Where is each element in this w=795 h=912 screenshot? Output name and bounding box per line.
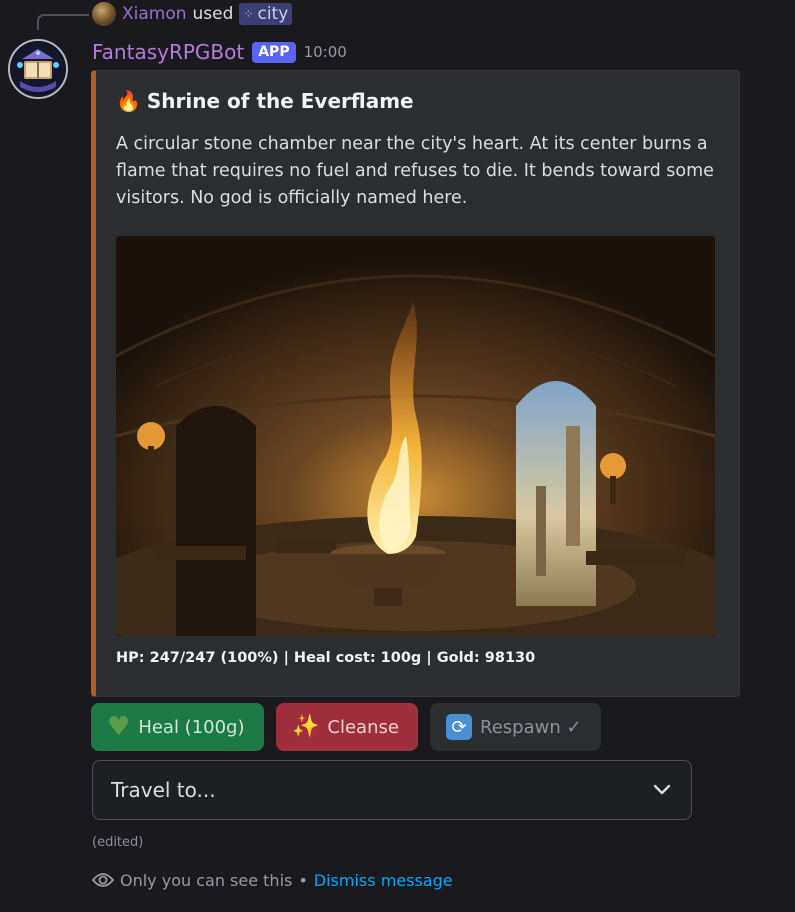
bot-avatar[interactable] xyxy=(8,39,68,99)
embed-footer: HP: 247/247 (100%) | Heal cost: 100g | G… xyxy=(116,650,536,666)
dismiss-message-link[interactable]: Dismiss message xyxy=(314,871,453,890)
respawn-button-label: Respawn ✓ xyxy=(480,716,582,738)
heal-button-label: Heal (100g) xyxy=(138,716,245,738)
embed-description: A circular stone chamber near the city's… xyxy=(116,134,714,208)
bot-username[interactable]: FantasyRPGBot xyxy=(92,40,244,64)
chevron-down-icon xyxy=(653,784,671,795)
slash-command-label: city xyxy=(257,4,289,24)
slash-command-icon: ⁘ xyxy=(243,7,254,21)
respawn-button[interactable]: ⟳ Respawn ✓ xyxy=(430,703,601,751)
heal-button[interactable]: ♥ Heal (100g) xyxy=(91,703,264,751)
travel-select[interactable]: Travel to... xyxy=(92,760,692,820)
app-badge: APP xyxy=(252,41,296,63)
ephemeral-notice: Only you can see this • Dismiss message xyxy=(92,869,453,891)
embed-image[interactable] xyxy=(116,236,715,636)
bot-avatar-book-icon xyxy=(10,41,66,97)
slash-command-tag[interactable]: ⁘ city xyxy=(239,3,293,25)
respawn-arrows-icon: ⟳ xyxy=(446,714,472,740)
ephemeral-text: Only you can see this xyxy=(120,870,293,890)
message-timestamp[interactable]: 10:00 xyxy=(304,43,347,61)
reply-connector-line xyxy=(37,14,89,30)
embed-title: 🔥 Shrine of the Everflame xyxy=(116,89,414,113)
eye-icon xyxy=(92,873,114,887)
embed-title-text: Shrine of the Everflame xyxy=(146,89,414,113)
green-heart-icon: ♥ xyxy=(107,712,131,742)
message-header: FantasyRPGBot APP 10:00 xyxy=(92,38,347,66)
cleanse-button[interactable]: ✨ Cleanse xyxy=(276,703,418,751)
reply-user-avatar[interactable] xyxy=(92,2,116,26)
reply-username[interactable]: Xiamon xyxy=(122,4,187,24)
fire-icon: 🔥 xyxy=(116,89,141,113)
action-button-row: ♥ Heal (100g) ✨ Cleanse ⟳ Respawn ✓ xyxy=(91,703,601,751)
embed-card: 🔥 Shrine of the Everflame A circular sto… xyxy=(91,70,740,697)
reply-context: Xiamon used ⁘ city xyxy=(92,2,293,26)
shrine-flame-image xyxy=(116,236,715,636)
travel-select-placeholder: Travel to... xyxy=(111,778,216,802)
cleanse-button-label: Cleanse xyxy=(327,716,399,738)
sparkles-icon: ✨ xyxy=(292,714,320,739)
ephemeral-separator: • xyxy=(298,870,308,890)
reply-action: used xyxy=(192,4,234,24)
edited-label: (edited) xyxy=(92,835,144,850)
